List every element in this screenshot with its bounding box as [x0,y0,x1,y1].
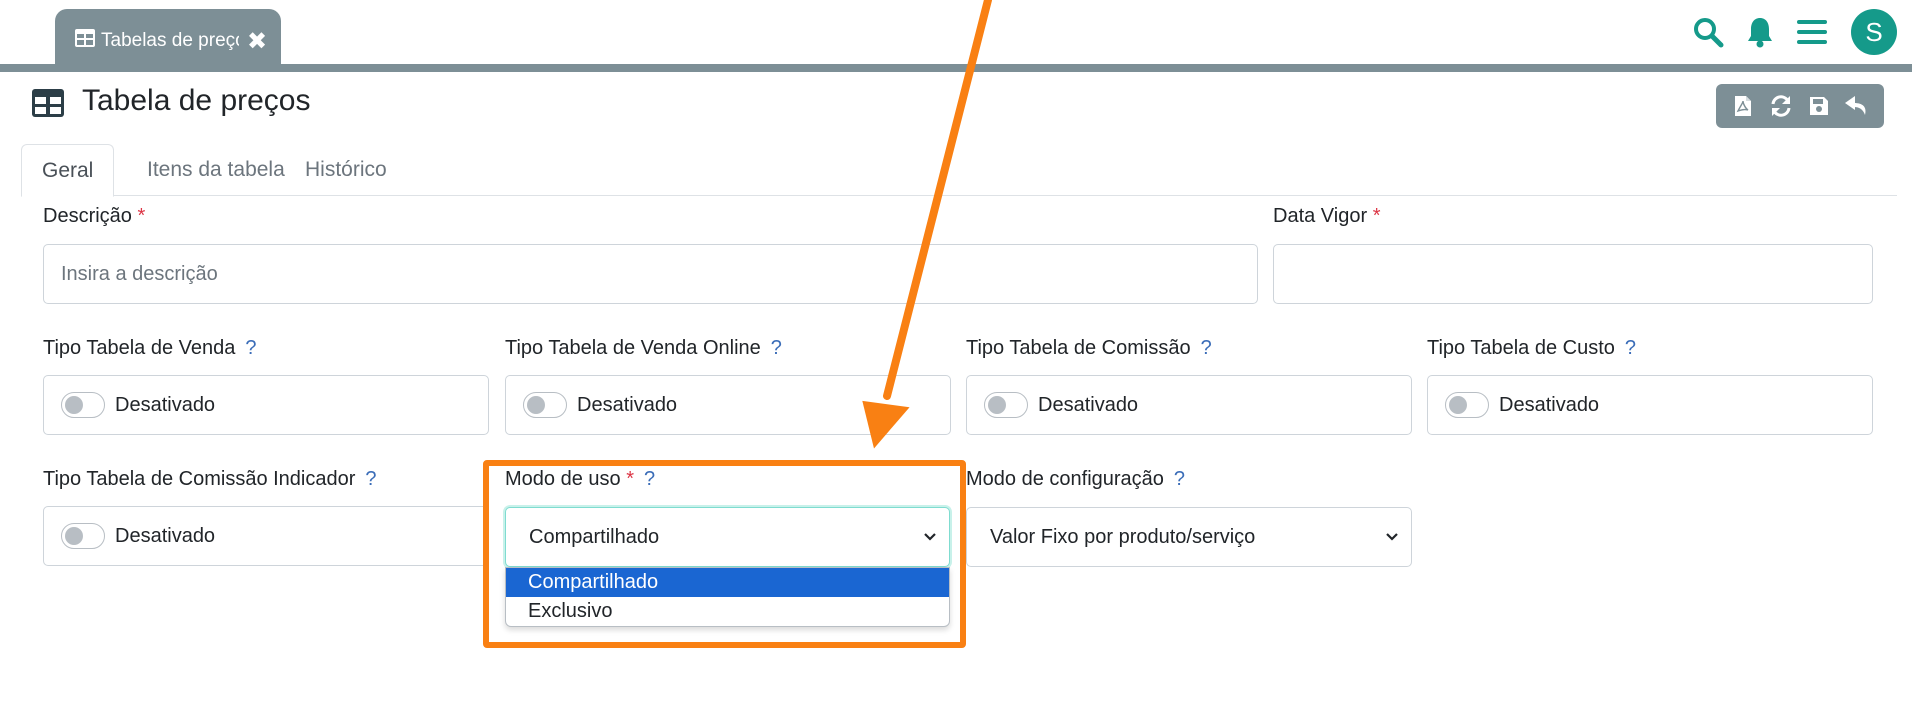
descricao-input[interactable]: Insira a descrição [43,244,1258,304]
tab-itens-da-tabela[interactable]: Itens da tabela [127,144,305,196]
tab-geral[interactable]: Geral [21,144,115,197]
search-icon[interactable] [1688,12,1728,52]
tipo-venda-online-toggle[interactable] [523,392,567,418]
modo-config-label: Modo de configuração? [966,468,1186,490]
save-icon[interactable] [1803,90,1835,122]
tipo-comissao-field: Desativado [966,375,1412,435]
data-vigor-label: Data Vigor * [1273,205,1381,227]
required-mark: * [137,205,146,227]
toggle-state: Desativado [115,393,216,416]
refresh-icon[interactable] [1765,90,1797,122]
tipo-comissao-label: Tipo Tabela de Comissão? [966,337,1212,359]
tab-bar-divider [0,64,1912,72]
user-avatar[interactable]: S [1851,9,1897,55]
close-icon[interactable]: ✖ [247,27,267,56]
top-bar: Tabelas de preços ✖ S [0,0,1912,72]
chevron-down-icon [1386,533,1398,541]
tipo-comissao-indicador-field: Desativado [43,506,489,566]
page-title: Tabela de preços [82,84,311,117]
tipo-venda-field: Desativado [43,375,489,435]
open-tab-title: Tabelas de preços [101,29,239,51]
required-mark: * [1372,205,1381,227]
form-tabs: Geral Itens da tabela Histórico [21,144,1897,197]
tab-historico[interactable]: Histórico [285,144,407,196]
data-vigor-input[interactable] [1273,244,1873,304]
help-icon[interactable]: ? [1625,337,1636,359]
tipo-comissao-indicador-label: Tipo Tabela de Comissão Indicador? [43,468,377,490]
tipo-comissao-toggle[interactable] [984,392,1028,418]
open-tab-tabelas-de-precos[interactable]: Tabelas de preços ✖ [55,9,281,72]
tipo-comissao-indicador-toggle[interactable] [61,523,105,549]
undo-icon[interactable] [1841,90,1873,122]
help-icon[interactable]: ? [1174,468,1185,490]
tipo-custo-toggle[interactable] [1445,392,1489,418]
help-icon[interactable]: ? [245,337,256,359]
help-icon[interactable]: ? [771,337,782,359]
pdf-icon[interactable] [1727,90,1759,122]
menu-icon[interactable] [1792,12,1832,52]
tipo-venda-toggle[interactable] [61,392,105,418]
tipo-custo-label: Tipo Tabela de Custo? [1427,337,1637,359]
toggle-state: Desativado [1499,393,1600,416]
descricao-label: Descrição * [43,205,146,227]
annotation-highlight-box [483,460,966,648]
toggle-state: Desativado [1038,393,1139,416]
tipo-venda-online-field: Desativado [505,375,951,435]
bell-icon[interactable] [1740,12,1780,52]
action-toolbar [1716,84,1884,128]
tipo-venda-label: Tipo Tabela de Venda? [43,337,257,359]
tipo-venda-online-label: Tipo Tabela de Venda Online? [505,337,782,359]
tipo-custo-field: Desativado [1427,375,1873,435]
table-icon [32,89,64,122]
help-icon[interactable]: ? [365,468,376,490]
modo-config-value: Valor Fixo por produto/serviço [990,525,1256,548]
toggle-state: Desativado [115,524,216,547]
table-icon [75,29,95,52]
toggle-state: Desativado [577,393,678,416]
help-icon[interactable]: ? [1201,337,1212,359]
descricao-placeholder: Insira a descrição [61,262,218,285]
modo-config-select[interactable]: Valor Fixo por produto/serviço [966,507,1412,567]
